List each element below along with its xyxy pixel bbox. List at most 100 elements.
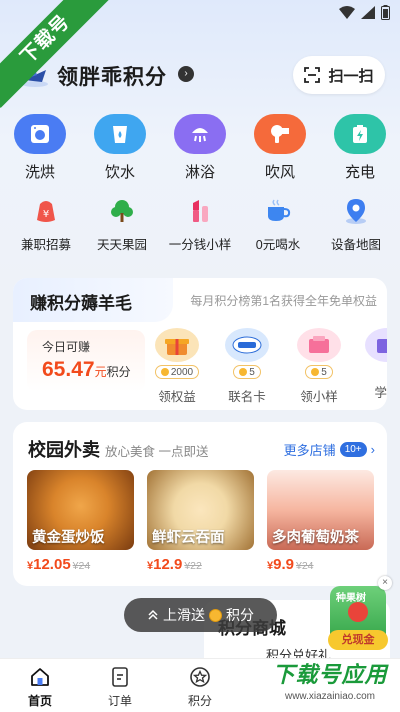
dish-price: ¥12.9 ¥22 <box>147 556 254 573</box>
battery-icon <box>381 5 390 20</box>
shower-icon <box>174 114 226 154</box>
more-shops-label: 更多店铺 <box>283 443 336 458</box>
tab-label: 积分 <box>187 694 212 708</box>
service-label: 饮水 <box>104 164 135 181</box>
sample-card-icon <box>297 328 341 362</box>
home-icon <box>10 665 70 689</box>
close-icon[interactable]: × <box>378 576 392 590</box>
dish-price: ¥9.9 ¥24 <box>267 556 374 573</box>
scan-label: 扫一扫 <box>328 67 374 85</box>
student-card-icon <box>365 328 387 362</box>
service-hair-dryer[interactable]: 吹风 <box>240 114 320 182</box>
header: 领胖乖积分 › 扫一扫 <box>0 56 400 98</box>
reward-sample[interactable]: 5 领小样 <box>289 328 349 405</box>
wifi-icon <box>339 6 355 19</box>
signal-icon <box>361 6 375 19</box>
points-pill: 5 <box>233 365 261 379</box>
campus-delivery-card: 校园外卖 放心美食 一点即送 更多店铺 10+ › 黄金蛋炒饭 ¥12.05 ¥2… <box>13 422 387 586</box>
reward-points: 5 <box>249 367 255 378</box>
watermark-bottom-url: www.xiazainiao.com <box>284 691 376 702</box>
coin-icon <box>239 367 248 376</box>
dish-item[interactable]: 多肉葡萄奶茶 ¥9.9 ¥24 <box>267 470 374 573</box>
coin-icon <box>311 367 320 376</box>
service-shower[interactable]: 淋浴 <box>160 114 240 182</box>
service-charge[interactable]: 充电 <box>320 114 400 182</box>
service-wash-dry[interactable]: 洗烘 <box>0 114 80 182</box>
ad-cash-label: 兑现金 <box>328 630 388 650</box>
coin-icon <box>209 608 222 622</box>
fruit-tree-float-ad[interactable]: 种果树 兑现金 × <box>328 576 392 650</box>
reward-points: 5 <box>321 367 327 378</box>
tab-points[interactable]: 积分 <box>170 665 230 709</box>
today-label: 今日可赚 <box>42 340 91 354</box>
reward-benefits[interactable]: 2000 领权益 <box>147 328 207 405</box>
reward-label: 领权益 <box>158 390 196 404</box>
dish-item[interactable]: 鲜虾云吞面 ¥12.9 ¥22 <box>147 470 254 573</box>
tab-label: 首页 <box>27 694 52 708</box>
tool-orchard[interactable]: 天天果园 <box>80 196 164 253</box>
tree-icon <box>80 196 164 226</box>
tool-label: 一分钱小样 <box>168 238 232 252</box>
map-pin-icon <box>314 196 398 226</box>
dish-item[interactable]: 黄金蛋炒饭 ¥12.05 ¥24 <box>27 470 134 573</box>
tab-orders[interactable]: 订单 <box>90 665 150 709</box>
service-water[interactable]: 饮水 <box>80 114 160 182</box>
gift-box-icon <box>155 328 199 362</box>
dish-name: 黄金蛋炒饭 <box>32 530 105 546</box>
earn-points-card: 赚积分薅羊毛 每月积分榜第1名获得全年免单权益 今日可赚 65.47元积分 20… <box>13 278 387 410</box>
tool-device-map[interactable]: 设备地图 <box>314 196 398 253</box>
tool-label: 设备地图 <box>330 238 381 252</box>
svg-text:¥: ¥ <box>43 209 49 220</box>
battery-charge-icon <box>334 114 386 154</box>
tool-label: 兼职招募 <box>20 238 71 252</box>
reward-label: 领小样 <box>300 390 338 404</box>
old-price: ¥24 <box>295 560 314 572</box>
dish-photo: 鲜虾云吞面 <box>147 470 254 550</box>
order-icon <box>90 665 150 689</box>
status-bar <box>0 0 400 26</box>
today-earnable[interactable]: 今日可赚 65.47元积分 <box>27 330 145 392</box>
service-label: 充电 <box>344 164 375 181</box>
reward-points: 2000 <box>170 367 194 378</box>
brand-plane-icon <box>22 66 48 87</box>
star-icon <box>170 665 230 689</box>
tool-free-water[interactable]: 0元喝水 <box>236 196 320 253</box>
watermark-bottom-text: 下载号应用 <box>272 662 388 687</box>
more-shops-link[interactable]: 更多店铺 10+ › <box>284 440 375 459</box>
today-amount: 65.47 <box>42 358 95 381</box>
points-pill: 2000 <box>154 365 200 379</box>
earn-title: 赚积分薅羊毛 <box>30 294 132 313</box>
page-title[interactable]: 领胖乖积分 <box>57 61 167 91</box>
title-arrow-icon[interactable]: › <box>178 66 194 82</box>
scroll-reward-toast: 上滑送 积分 <box>124 598 277 632</box>
tool-sample[interactable]: 一分钱小样 <box>158 196 242 253</box>
dish-name: 多肉葡萄奶茶 <box>272 530 359 546</box>
service-label: 洗烘 <box>24 164 55 181</box>
status-icons <box>339 5 390 20</box>
today-unit-yuan: 元 <box>94 365 107 379</box>
more-shops-badge: 10+ <box>339 442 367 457</box>
price-value: 12.9 <box>153 556 183 573</box>
tab-label: 订单 <box>107 694 132 708</box>
washer-icon <box>14 114 66 154</box>
dish-photo: 多肉葡萄奶茶 <box>267 470 374 550</box>
fruit-icon <box>348 602 368 622</box>
today-value: 65.47元积分 <box>42 358 131 382</box>
cup-icon <box>236 196 320 226</box>
double-chevron-up-icon <box>148 609 158 620</box>
yili-logo-icon <box>225 328 269 362</box>
tab-home[interactable]: 首页 <box>10 665 70 709</box>
reward-label: 学生 <box>374 386 387 400</box>
old-price: ¥22 <box>184 560 202 572</box>
tool-label: 0元喝水 <box>255 238 301 252</box>
reward-cobrand-card[interactable]: 5 联名卡 <box>217 328 277 405</box>
coin-icon <box>160 367 169 376</box>
scan-button[interactable]: 扫一扫 <box>293 56 385 94</box>
price-value: 12.05 <box>33 556 71 573</box>
today-unit-points: 积分 <box>106 365 131 379</box>
tool-part-time[interactable]: ¥ 兼职招募 <box>4 196 88 253</box>
points-pill: 5 <box>305 365 333 379</box>
water-cup-icon <box>94 114 146 154</box>
reward-student[interactable]: 学生 <box>357 328 387 401</box>
delivery-title: 校园外卖 <box>28 440 100 460</box>
